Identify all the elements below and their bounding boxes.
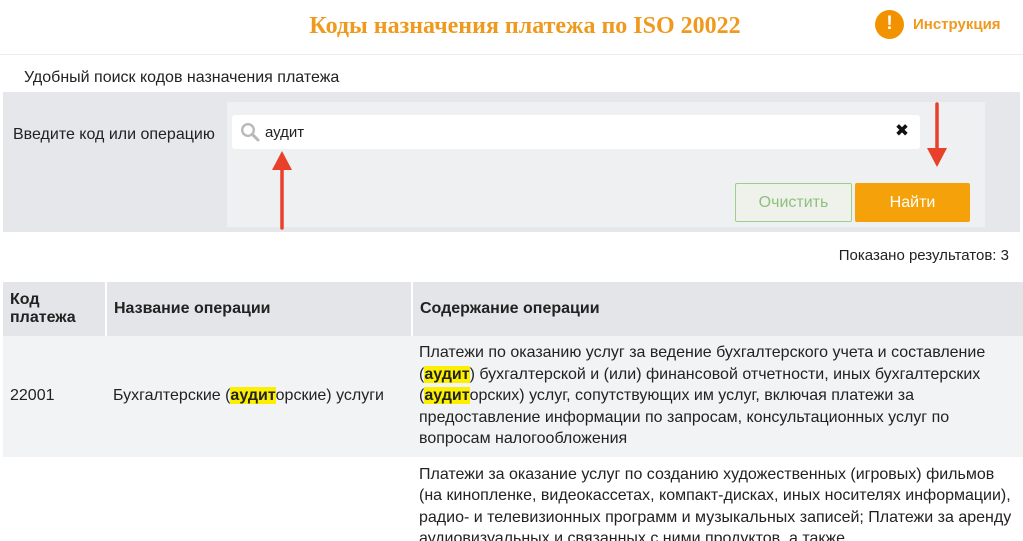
- page-header: Коды назначения платежа по ISO 20022 ! И…: [0, 0, 1023, 55]
- exclamation-icon: !: [875, 9, 904, 39]
- instructions-label: Инструкция: [913, 15, 1001, 33]
- search-input[interactable]: [265, 115, 885, 149]
- annotation-arrow-down-icon: [927, 102, 947, 167]
- results-count: Показано результатов: 3: [838, 247, 1009, 264]
- table-header-row: Код платежа Название операции Содержание…: [3, 282, 1023, 336]
- clear-button[interactable]: Очистить: [735, 183, 852, 222]
- cell-content: Платежи по оказанию услуг за ведение бух…: [412, 336, 1023, 457]
- cell-code: [3, 456, 106, 541]
- search-highlight: аудит: [424, 365, 470, 383]
- cell-content: Платежи за оказание услуг по созданию ху…: [412, 456, 1023, 541]
- search-label: Введите код или операцию: [13, 126, 215, 143]
- search-box[interactable]: ✖: [232, 115, 920, 149]
- column-header-content: Содержание операции: [412, 282, 1023, 336]
- page-subtitle: Удобный поиск кодов назначения платежа: [24, 69, 340, 86]
- table-row[interactable]: 22001 Бухгалтерские (аудиторские) услуги…: [3, 336, 1023, 457]
- cell-name: [106, 456, 412, 541]
- annotation-arrow-up-icon: [272, 151, 292, 230]
- instructions-link[interactable]: ! Инструкция: [875, 9, 1001, 39]
- search-highlight: аудит: [230, 387, 276, 404]
- table-row[interactable]: Платежи за оказание услуг по созданию ху…: [3, 456, 1023, 541]
- search-highlight: аудит: [424, 387, 470, 404]
- search-icon: [240, 122, 260, 142]
- cell-code: 22001: [3, 336, 106, 457]
- find-button[interactable]: Найти: [855, 183, 970, 222]
- search-controls: ✖ Очистить Найти: [227, 102, 985, 227]
- page-title: Коды назначения платежа по ISO 20022: [309, 13, 741, 39]
- column-header-name: Название операции: [106, 282, 413, 336]
- clear-input-icon[interactable]: ✖: [892, 121, 912, 141]
- cell-name: Бухгалтерские (аудиторские) услуги: [106, 336, 412, 457]
- results-table: Код платежа Название операции Содержание…: [3, 282, 1023, 541]
- search-panel: Введите код или операцию ✖ Очистить Найт…: [3, 92, 1020, 232]
- column-header-code: Код платежа: [3, 282, 107, 336]
